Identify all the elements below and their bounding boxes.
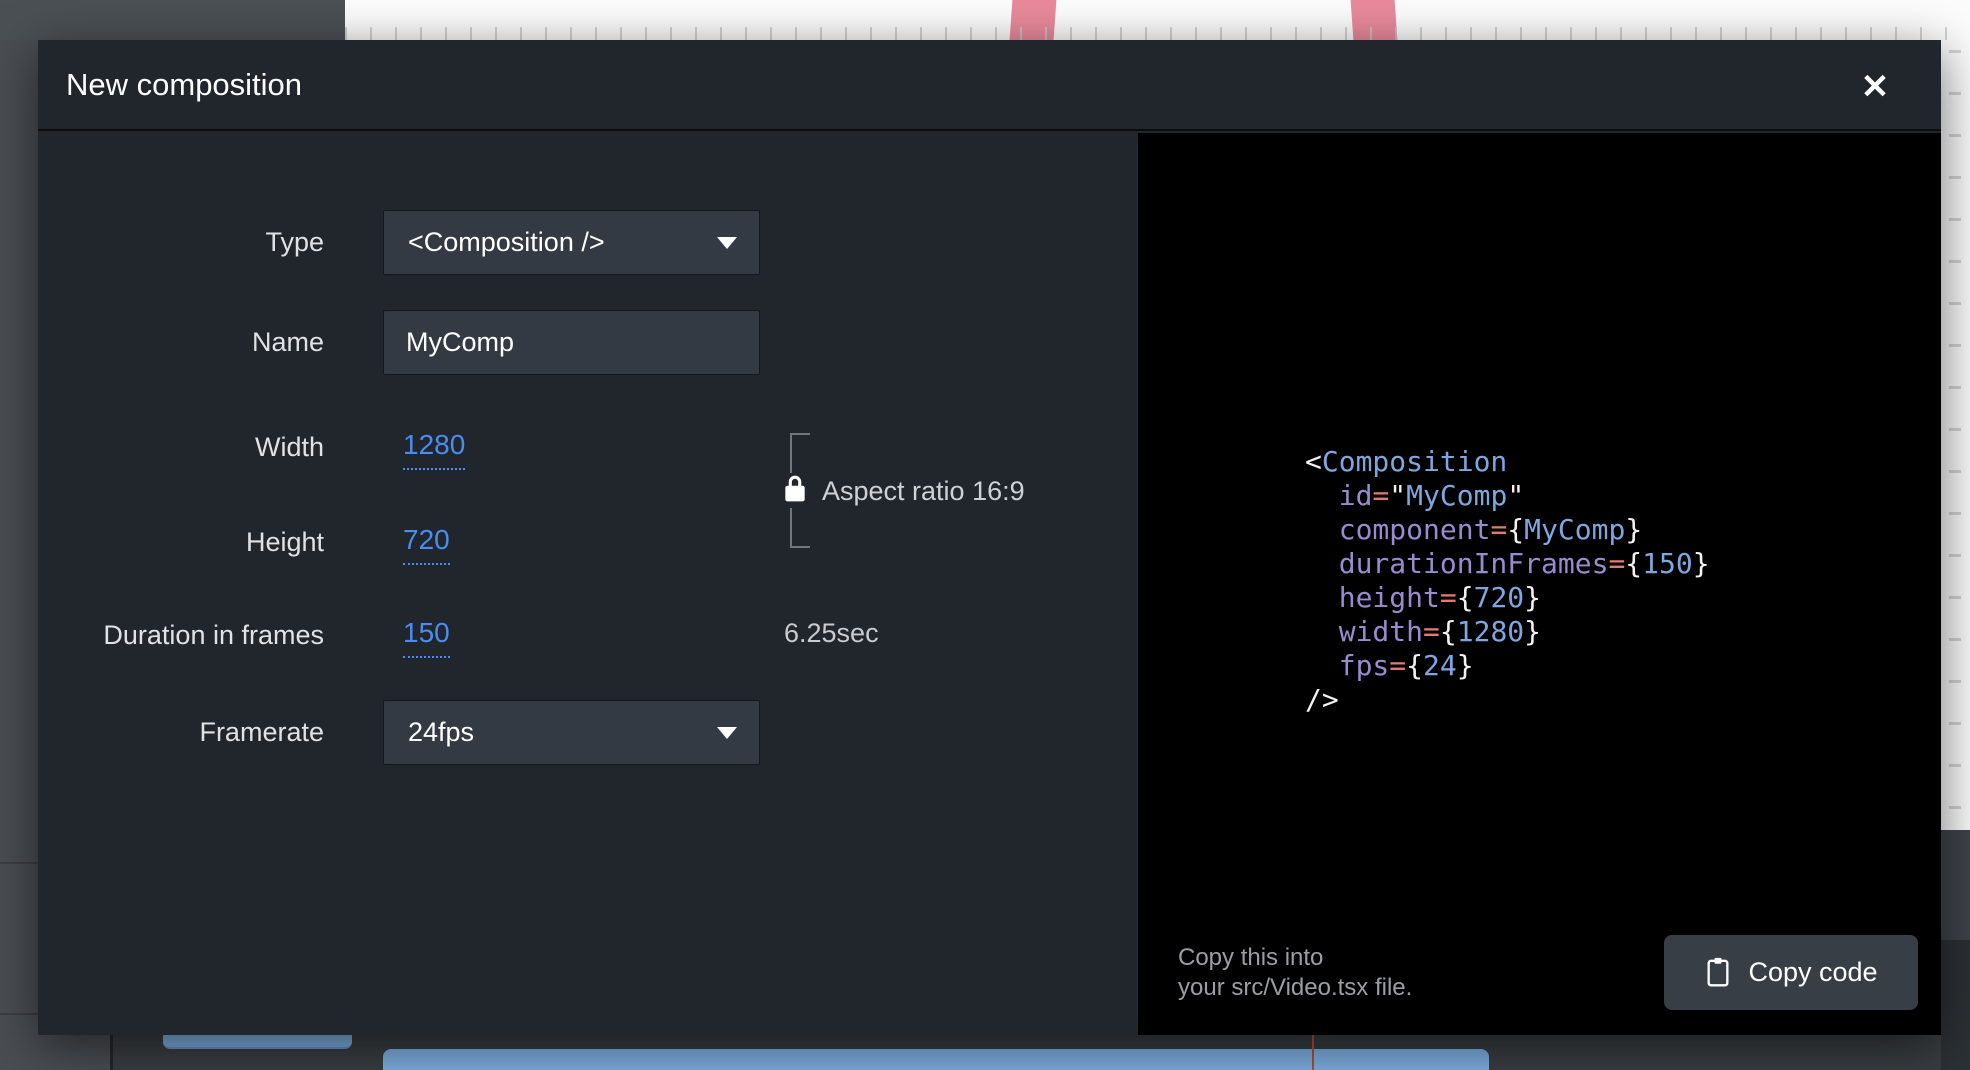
clipboard-icon bbox=[1704, 956, 1732, 989]
aspect-bracket-bottom bbox=[790, 508, 810, 548]
aspect-bracket-top bbox=[790, 433, 810, 473]
height-label: Height bbox=[38, 523, 324, 561]
new-composition-dialog: New composition ✕ Type <Composition /> N… bbox=[38, 40, 1941, 1035]
copy-hint-text: Copy this into your src/Video.tsx file. bbox=[1178, 943, 1412, 1003]
timeline-divider bbox=[110, 1035, 113, 1070]
background-right-bottom bbox=[1941, 940, 1970, 1070]
timeline-area bbox=[0, 1035, 1941, 1070]
copy-code-label: Copy code bbox=[1748, 957, 1877, 988]
duration-label: Duration in frames bbox=[38, 616, 324, 654]
chevron-down-icon bbox=[717, 727, 737, 739]
timeline-track-bar-large bbox=[383, 1049, 1489, 1070]
close-button[interactable]: ✕ bbox=[1850, 62, 1900, 112]
background-left-strip bbox=[0, 40, 38, 1070]
type-label: Type bbox=[38, 210, 324, 275]
width-label: Width bbox=[38, 428, 324, 466]
copy-hint-line1: Copy this into bbox=[1178, 943, 1412, 973]
dialog-title: New composition bbox=[66, 67, 302, 103]
duration-value-link[interactable]: 150 bbox=[403, 616, 450, 658]
copy-code-button[interactable]: Copy code bbox=[1664, 935, 1918, 1010]
timeline-corner bbox=[0, 1035, 110, 1070]
duration-seconds-readout: 6.25sec bbox=[784, 618, 879, 649]
framerate-select-value: 24fps bbox=[408, 701, 474, 764]
composition-form: Type <Composition /> Name Width 1280 Hei… bbox=[38, 133, 1138, 1035]
timeline-ruler bbox=[345, 0, 1970, 40]
code-preview-panel: <Composition id="MyComp" component={MyCo… bbox=[1138, 133, 1941, 1035]
framerate-label: Framerate bbox=[38, 700, 324, 765]
height-value-link[interactable]: 720 bbox=[403, 523, 450, 565]
width-value-link[interactable]: 1280 bbox=[403, 428, 465, 470]
dialog-header: New composition ✕ bbox=[38, 40, 1941, 131]
chevron-down-icon bbox=[717, 237, 737, 249]
code-snippet: <Composition id="MyComp" component={MyCo… bbox=[1305, 445, 1710, 717]
background-right-strip bbox=[1941, 40, 1970, 830]
background-toolbar bbox=[0, 0, 345, 40]
ruler-ticks bbox=[345, 27, 1970, 40]
name-input[interactable] bbox=[383, 310, 760, 375]
aspect-ratio-label: Aspect ratio 16:9 bbox=[822, 476, 1025, 507]
copy-hint-line2: your src/Video.tsx file. bbox=[1178, 973, 1412, 1003]
lock-icon bbox=[779, 472, 811, 506]
playhead-line bbox=[1312, 1035, 1314, 1070]
type-select[interactable]: <Composition /> bbox=[383, 210, 760, 275]
background-right-mid bbox=[1941, 830, 1970, 940]
timeline-track-bar-small bbox=[163, 1035, 352, 1049]
framerate-select[interactable]: 24fps bbox=[383, 700, 760, 765]
name-label: Name bbox=[38, 310, 324, 375]
type-select-value: <Composition /> bbox=[408, 211, 605, 274]
